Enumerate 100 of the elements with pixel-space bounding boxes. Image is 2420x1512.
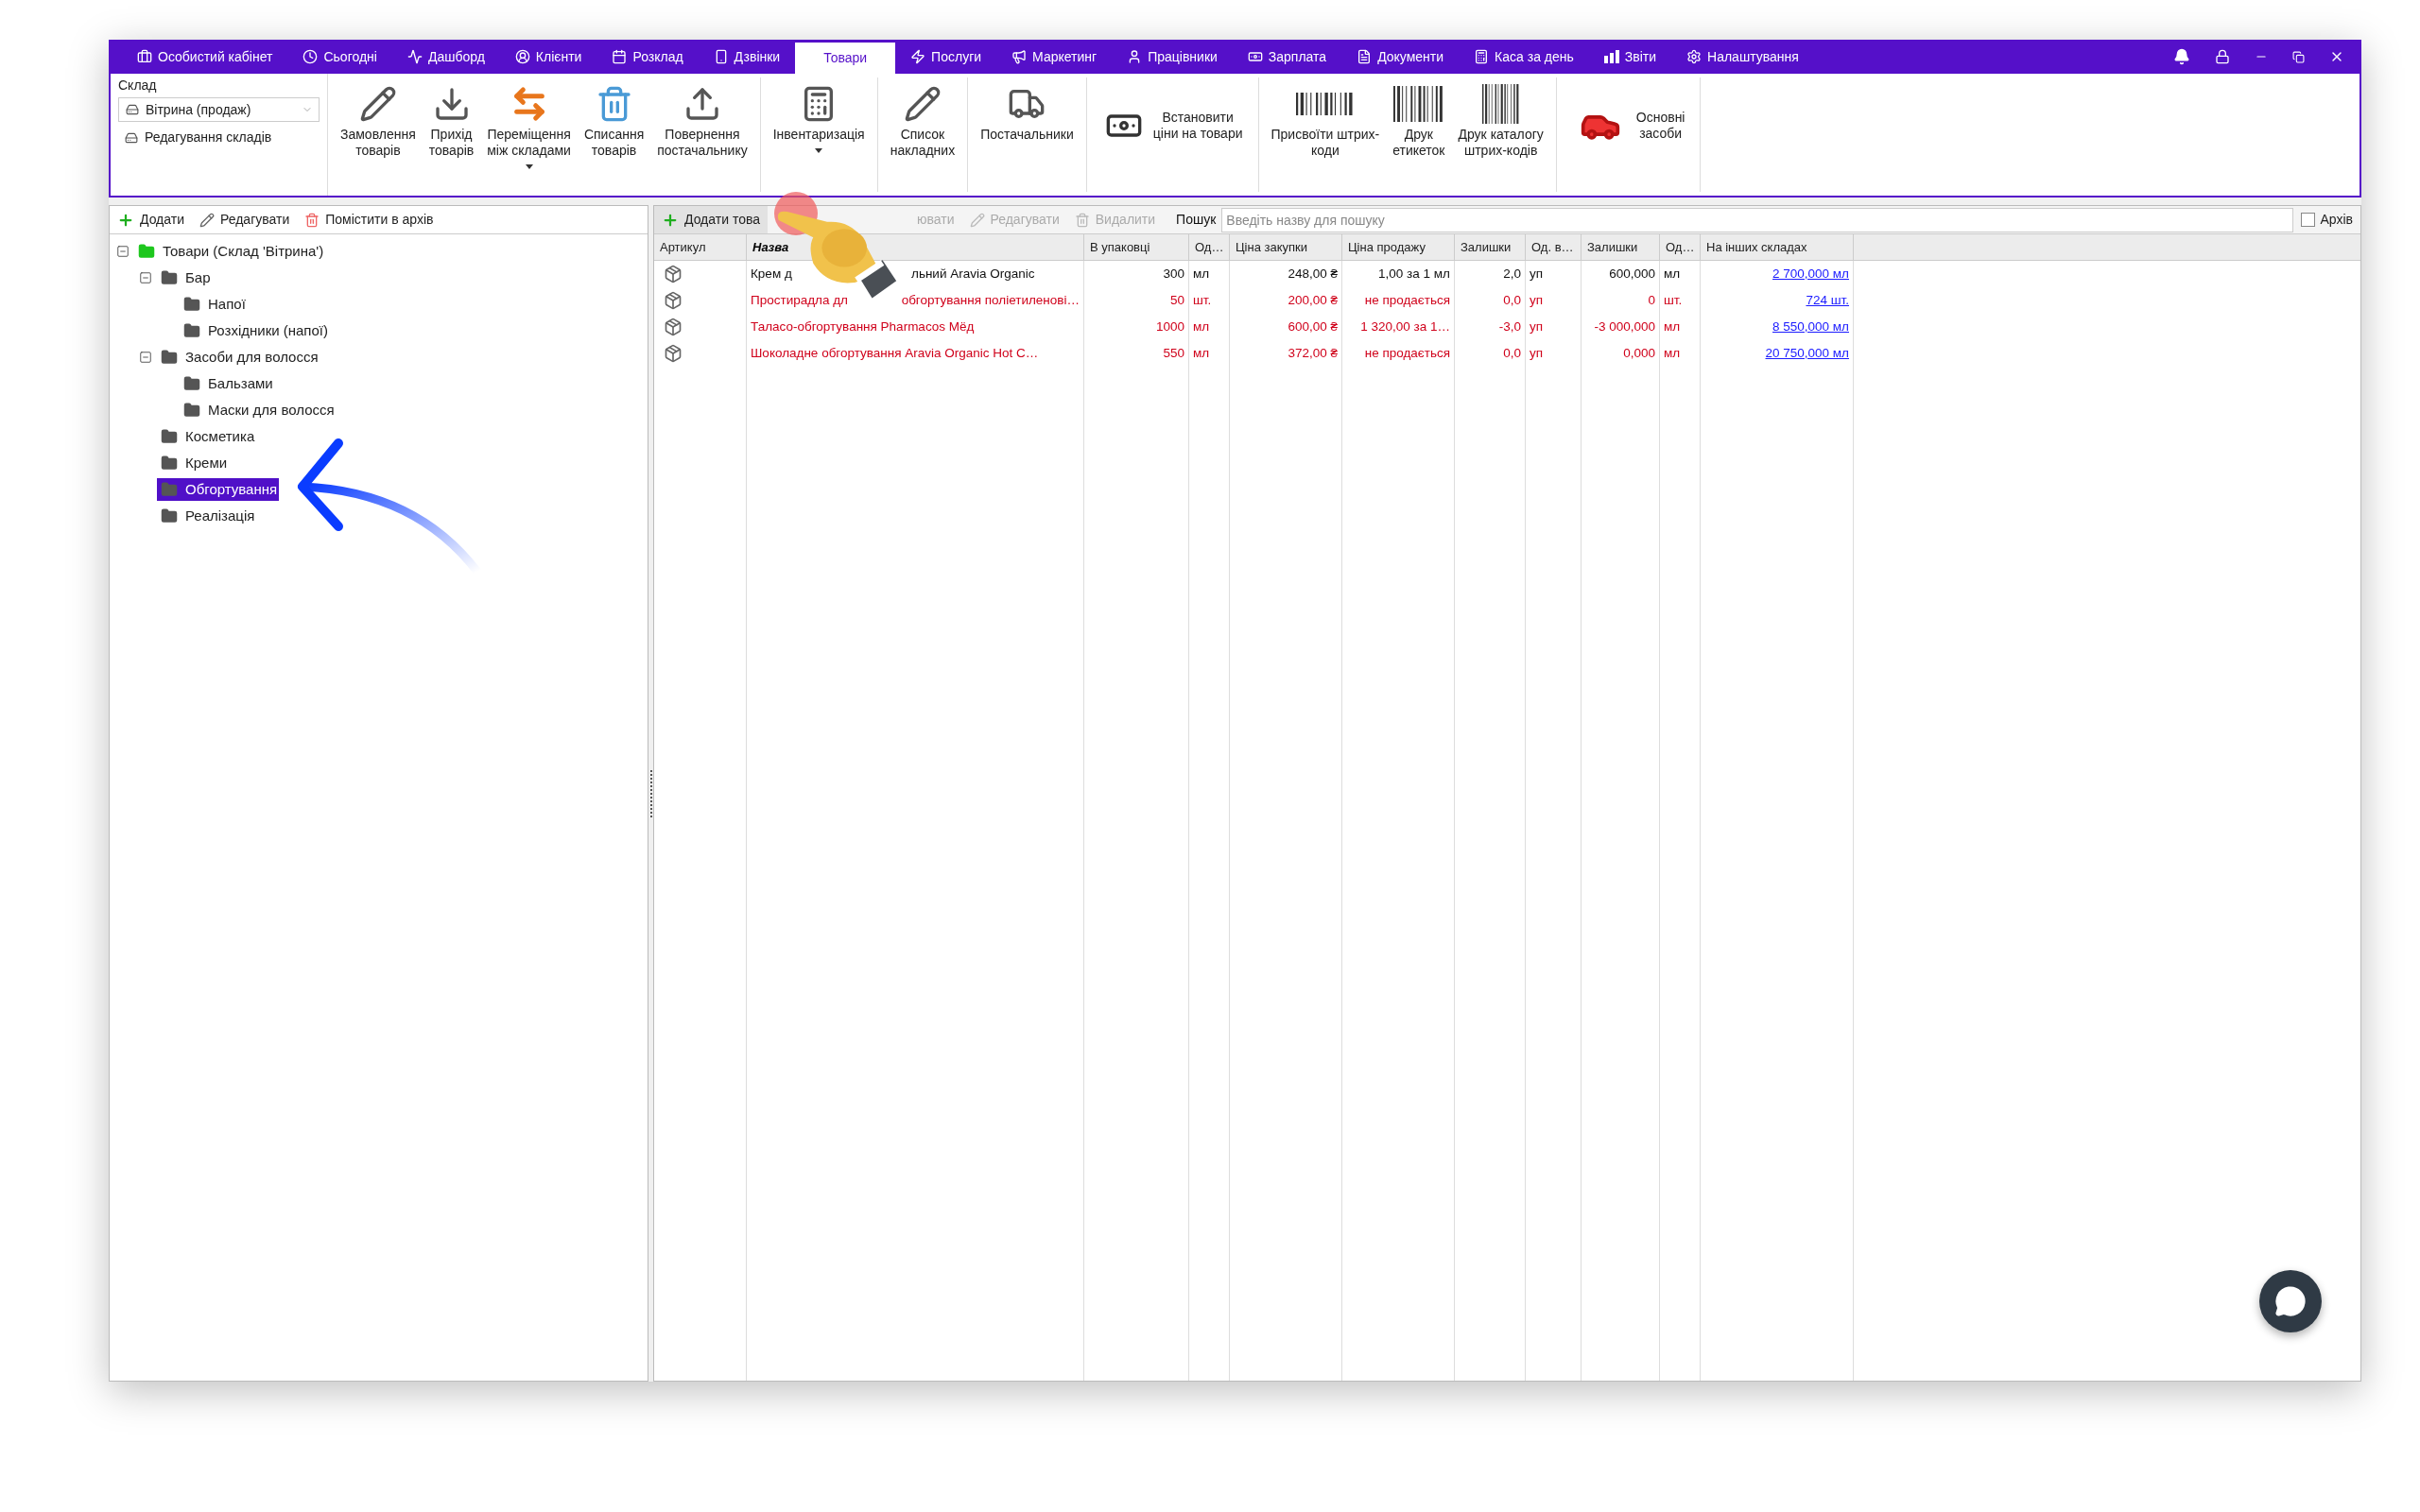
warehouse-dropdown[interactable]: Вітрина (продаж) (118, 97, 320, 122)
tree-item[interactable]: Косметика (157, 425, 257, 448)
tree-item-label: Розхідники (напої) (208, 320, 328, 340)
column-header[interactable]: Ціна продажу (1342, 234, 1455, 260)
nav-tab[interactable]: Сьогодні (287, 40, 392, 74)
table-cell-text: -3 000,000 (1594, 318, 1655, 335)
nav-tab[interactable]: Маркетинг (996, 40, 1113, 74)
nav-tab[interactable]: Працівники (1112, 40, 1233, 74)
ribbon-button[interactable]: Встановити ціни на товари (1092, 77, 1253, 192)
nav-tab[interactable]: Товари (795, 43, 896, 74)
tree-item[interactable]: Розхідники (напої) (180, 319, 330, 342)
tree-item[interactable]: Напої (180, 293, 248, 316)
tree-item[interactable]: Засоби для волосся (157, 346, 320, 369)
archive-button[interactable]: Помістити в архів (304, 210, 434, 230)
tree-item[interactable]: Обгортування (157, 478, 280, 501)
lock-icon[interactable] (2215, 49, 2230, 64)
tree-item[interactable]: Бар (157, 266, 213, 289)
table-cell-text: мл (1664, 265, 1681, 283)
nav-tab[interactable]: Розклад (596, 40, 699, 74)
edit-button[interactable]: Редагувати (199, 210, 290, 230)
nav-tab[interactable]: Налаштування (1671, 40, 1814, 74)
tree-item[interactable]: Бальзами (180, 372, 275, 395)
nav-tab[interactable]: Клієнти (499, 40, 597, 74)
folder-icon (159, 269, 180, 286)
table-cell-text: уп (1530, 265, 1544, 283)
nav-tab[interactable]: Каса за день (1459, 40, 1589, 74)
nav-tab[interactable]: Зарплата (1232, 40, 1342, 74)
archive-checkbox[interactable] (2301, 213, 2316, 227)
ribbon-button[interactable]: Друк етикеток (1386, 77, 1452, 192)
table-cell-text: мл (1664, 344, 1681, 362)
column-header[interactable]: Артикул (654, 234, 747, 260)
table-cell-text: льний Aravia Organic (911, 265, 1035, 283)
stock-link[interactable]: 724 шт. (1806, 290, 1849, 311)
ribbon-button[interactable]: Замовлення товарів (334, 77, 423, 192)
trash-icon (1074, 212, 1090, 228)
table-row[interactable]: Шоколадне обгортування Aravia Organic Hot C… 550 мл 372,00 ₴ не продається 0,0 уп 0,000 мл 20 750,000 мл (654, 340, 2360, 367)
tree-item-label: Реалізація (185, 506, 255, 525)
nav-tab[interactable]: Послуги (895, 40, 997, 74)
stock-link[interactable]: 20 750,000 мл (1765, 343, 1849, 364)
collapse-icon[interactable] (139, 271, 152, 284)
document-icon (1357, 49, 1373, 64)
nav-tab[interactable]: Документи (1341, 40, 1460, 74)
ribbon-button[interactable]: Постачальники (974, 77, 1080, 192)
table-cell-text: Таласо-обгортування Pharmacos Мёд (751, 318, 975, 335)
ribbon-button[interactable]: Друк каталогу штрих-кодів (1451, 77, 1550, 192)
collapse-icon[interactable] (139, 351, 152, 364)
edit-warehouses-button[interactable]: Редагування складів (118, 128, 320, 147)
bell-icon[interactable] (2173, 48, 2190, 65)
barcode-label-icon (1392, 86, 1444, 122)
lightning-icon (910, 49, 926, 64)
column-header[interactable]: На інших складах (1701, 234, 1854, 260)
tree-item-label: Товари (Склад 'Вітрина') (163, 241, 324, 261)
table-cell-text: уп (1530, 318, 1544, 335)
folder-icon (182, 402, 202, 419)
column-header[interactable]: Залишки (1582, 234, 1660, 260)
tree-item-label: Обгортування (185, 479, 278, 499)
ribbon-button[interactable]: Інвентаризація (766, 77, 872, 192)
tree-item[interactable]: Маски для волосся (180, 399, 337, 421)
chat-icon (2274, 1285, 2307, 1317)
ribbon-button[interactable]: Основні засоби (1562, 77, 1695, 192)
nav-tab[interactable]: Дашборд (391, 40, 500, 74)
nav-tab[interactable]: Особистий кабінет (122, 40, 288, 74)
nav-tab[interactable]: Звіти (1588, 40, 1672, 74)
pencil-icon (969, 212, 985, 228)
ribbon-button[interactable]: Переміщення між складами (480, 77, 578, 192)
folder-icon (182, 322, 202, 339)
column-header[interactable]: В упаковці (1084, 234, 1189, 260)
table-row[interactable]: Таласо-обгортування Pharmacos Мёд 1000 мл 600,00 ₴ 1 320,00 за 1… -3,0 уп -3 000,000 мл 8 550,000 мл (654, 314, 2360, 340)
toolbar-button[interactable]: Додати това (654, 206, 768, 233)
column-header[interactable]: Од… (1189, 234, 1230, 260)
banknote-icon (1247, 49, 1263, 64)
ribbon-button[interactable]: Присвоїти штрих- коди (1264, 77, 1387, 192)
briefcase-icon (137, 49, 152, 64)
collapse-icon[interactable] (116, 245, 130, 258)
column-header[interactable]: Од. в… (1526, 234, 1582, 260)
tree-item[interactable]: Реалізація (157, 505, 257, 527)
search-field[interactable]: Введіть назву для пошуку (1221, 207, 2294, 232)
table-cell-text: 0,0 (1503, 291, 1521, 309)
stock-link[interactable]: 8 550,000 мл (1772, 317, 1849, 337)
package-icon (664, 344, 683, 363)
pulse-icon (406, 49, 423, 64)
column-header[interactable]: Од… (1660, 234, 1701, 260)
ribbon-button[interactable]: Прихід товарів (422, 77, 481, 192)
splitter-handle[interactable] (649, 769, 652, 817)
tree-item[interactable]: Товари (Склад 'Вітрина') (134, 240, 326, 263)
column-header[interactable]: Залишки (1455, 234, 1526, 260)
ribbon-button[interactable]: Список накладних (883, 77, 962, 192)
folder-icon (159, 428, 180, 445)
add-button[interactable]: Додати (117, 210, 184, 230)
table-cell-text: мл (1193, 318, 1210, 335)
ribbon-button[interactable]: Повернення постачальнику (650, 77, 754, 192)
restore-icon[interactable] (2292, 50, 2305, 63)
nav-tab[interactable]: Дзвінки (698, 40, 796, 74)
tree-item[interactable]: Креми (157, 452, 230, 474)
stock-link[interactable]: 2 700,000 мл (1772, 264, 1849, 284)
table-cell-text: 600,00 ₴ (1288, 318, 1338, 335)
ribbon-button[interactable]: Списання товарів (577, 77, 651, 192)
column-header[interactable]: Ціна закупки (1230, 234, 1342, 260)
folder-icon (159, 507, 180, 524)
table-cell-text: обгортування поліетиленові… (901, 291, 1080, 309)
